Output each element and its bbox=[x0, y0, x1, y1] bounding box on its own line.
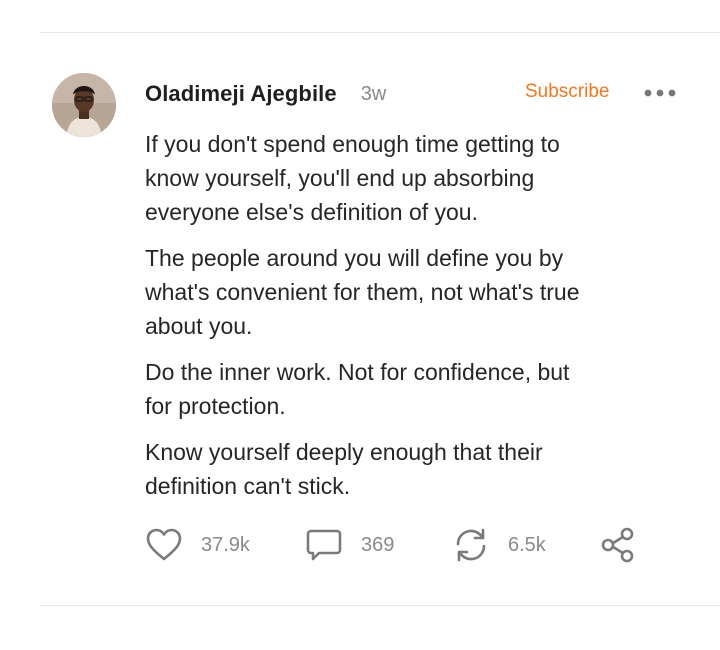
post-paragraph: Know yourself deeply enough that their d… bbox=[145, 439, 543, 499]
comment-icon bbox=[306, 529, 342, 561]
post-actions: 37.9k 369 6.5k bbox=[145, 525, 645, 565]
like-count: 37.9k bbox=[201, 533, 250, 556]
post-header: Oladimeji Ajegbile 3w bbox=[145, 80, 386, 108]
like-button[interactable]: 37.9k bbox=[145, 525, 250, 565]
comment-count: 369 bbox=[361, 533, 395, 556]
subscribe-button[interactable]: Subscribe bbox=[525, 81, 610, 103]
post-timestamp: 3w bbox=[360, 82, 387, 105]
author-name[interactable]: Oladimeji Ajegbile bbox=[145, 81, 337, 107]
comment-button[interactable]: 369 bbox=[305, 525, 394, 565]
restack-button[interactable]: 6.5k bbox=[452, 525, 546, 565]
post-paragraph: If you don't spend enough time getting t… bbox=[145, 131, 560, 225]
share-button[interactable] bbox=[599, 525, 637, 565]
restack-icon bbox=[456, 528, 486, 562]
more-options-button[interactable] bbox=[642, 86, 678, 100]
heart-icon bbox=[146, 528, 182, 561]
post-paragraph: Do the inner work. Not for confidence, b… bbox=[145, 359, 570, 419]
bottom-divider bbox=[40, 605, 720, 606]
top-divider bbox=[40, 32, 720, 33]
author-avatar[interactable] bbox=[52, 73, 116, 137]
restack-count: 6.5k bbox=[508, 533, 546, 556]
person-avatar-icon bbox=[52, 73, 116, 137]
share-icon bbox=[601, 527, 634, 563]
post-paragraph: The people around you will define you by… bbox=[145, 245, 580, 339]
more-horizontal-icon bbox=[644, 89, 676, 97]
post-body: If you don't spend enough time getting t… bbox=[145, 127, 685, 515]
